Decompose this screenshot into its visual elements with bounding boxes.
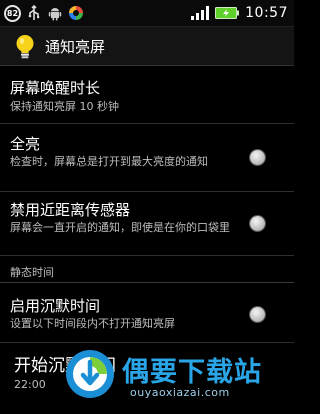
setting-full-brightness[interactable]: 全亮 检查时，屏幕总是打开到最大亮度的通知 [0, 124, 294, 192]
setting-summary: 屏幕会一直开启的通知，即使是在你的口袋里 [10, 221, 230, 234]
action-bar: 通知亮屏 [0, 27, 294, 66]
setting-disable-proximity[interactable]: 禁用近距离传感器 屏幕会一直开启的通知，即使是在你的口袋里 [0, 192, 294, 256]
setting-title: 启用沉默时间 [10, 297, 101, 315]
setting-summary: 设置以下时间段内不打开通知亮屏 [10, 317, 175, 330]
enable-quiet-checkbox[interactable] [250, 307, 265, 322]
full-brightness-checkbox[interactable] [250, 150, 265, 165]
setting-summary: 保持通知亮屏 10 秒钟 [10, 100, 119, 113]
battery-icon [215, 7, 240, 19]
setting-summary: 检查时，屏幕总是打开到最大亮度的通知 [10, 155, 208, 168]
notification-count-badge: 82 [4, 4, 21, 22]
status-bar-right: 10:57 [191, 3, 288, 23]
signal-icon [191, 6, 210, 20]
status-bar-left: 82 [4, 3, 84, 23]
usb-icon [28, 5, 40, 20]
setting-wake-duration[interactable]: 屏幕唤醒时长 保持通知亮屏 10 秒钟 [0, 66, 294, 124]
watermark-text: 偶要下载站 [122, 357, 262, 388]
ouyaoxiazai-logo-icon [66, 350, 114, 398]
sync-icon [69, 6, 83, 20]
watermark-url: ouyaoxiazai.com [130, 386, 230, 399]
setting-title: 屏幕唤醒时长 [10, 79, 101, 97]
status-clock: 10:57 [245, 5, 288, 21]
page-title: 通知亮屏 [45, 38, 106, 56]
setting-title: 禁用近距离传感器 [10, 201, 131, 219]
android-icon [48, 8, 62, 21]
status-bar: 82 10:57 [0, 0, 294, 27]
section-header-quiet-time: 静态时间 [10, 266, 54, 279]
watermark: 偶要下载站 ouyaoxiazai.com [60, 346, 294, 406]
lightbulb-icon[interactable] [14, 34, 36, 60]
disable-proximity-checkbox[interactable] [250, 216, 265, 231]
setting-title: 全亮 [10, 135, 41, 153]
setting-enable-quiet[interactable]: 启用沉默时间 设置以下时间段内不打开通知亮屏 [0, 283, 294, 343]
